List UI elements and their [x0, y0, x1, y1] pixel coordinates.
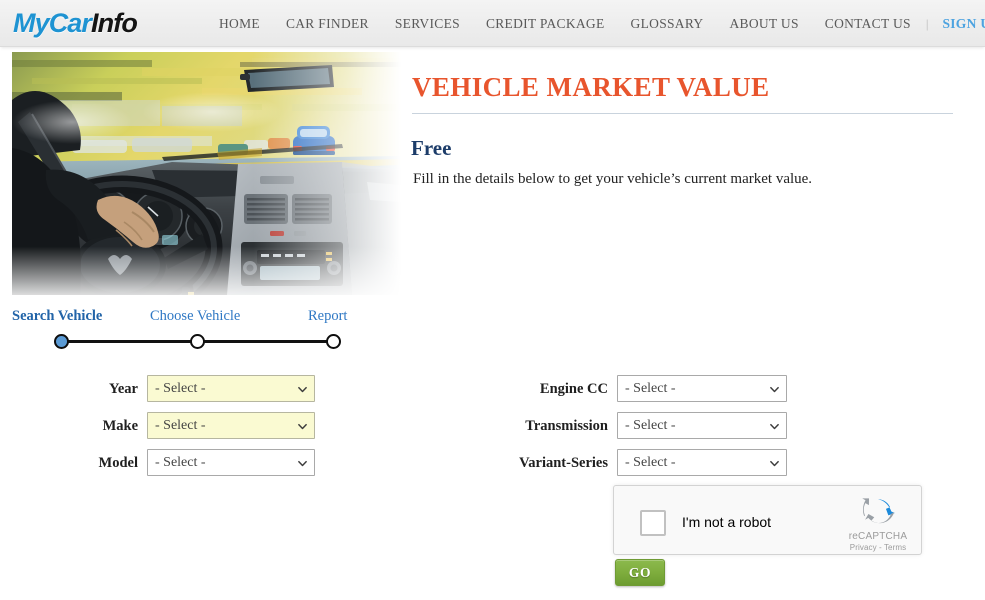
recaptcha-icon [862, 498, 895, 524]
select-engine-cc[interactable]: - Select - [617, 375, 787, 402]
go-submit-button[interactable]: GO [615, 559, 665, 586]
logo-text-blue: MyCar [13, 8, 92, 38]
nav-item-contact-us[interactable]: CONTACT US [812, 16, 924, 32]
plan-label: Free [411, 136, 452, 160]
vehicle-form-left-column: Year - Select - Make - Select - Model - … [0, 370, 400, 481]
title-divider [412, 113, 953, 114]
hero-image [12, 52, 401, 295]
nav-item-credit-package[interactable]: CREDIT PACKAGE [473, 16, 618, 32]
site-logo[interactable]: MyCarInfo [13, 8, 138, 38]
field-transmission: Transmission - Select - [460, 407, 910, 444]
step-dot-choose-vehicle[interactable] [190, 334, 205, 349]
step-label-search-vehicle[interactable]: Search Vehicle [12, 307, 102, 325]
recaptcha-branding: reCAPTCHA Privacy - Terms [848, 494, 908, 553]
page-title: VEHICLE MARKET VALUE [412, 72, 770, 102]
recaptcha-brand-text: reCAPTCHA [848, 531, 908, 542]
nav-item-services[interactable]: SERVICES [382, 16, 473, 32]
step-dot-search-vehicle[interactable] [54, 334, 69, 349]
main-navigation: HOME CAR FINDER SERVICES CREDIT PACKAGE … [206, 0, 985, 47]
nav-item-home[interactable]: HOME [206, 16, 273, 32]
sign-up-link[interactable]: SIGN UP [930, 16, 985, 32]
nav-item-car-finder[interactable]: CAR FINDER [273, 16, 382, 32]
field-engine-cc: Engine CC - Select - [460, 370, 910, 407]
label-model: Model [98, 454, 138, 471]
nav-divider: | [925, 15, 929, 31]
label-transmission: Transmission [525, 417, 608, 434]
recaptcha-label: I'm not a robot [682, 514, 772, 530]
recaptcha-terms-text[interactable]: Privacy - Terms [848, 543, 908, 553]
field-variant-series: Variant-Series - Select - [460, 444, 910, 481]
progress-stepper: Search Vehicle Choose Vehicle Report [0, 304, 400, 354]
site-header: MyCarInfo HOME CAR FINDER SERVICES CREDI… [0, 0, 985, 47]
field-year: Year - Select - [0, 370, 400, 407]
label-year: Year [109, 380, 138, 397]
page-description: Fill in the details below to get your ve… [413, 171, 813, 187]
select-transmission[interactable]: - Select - [617, 412, 787, 439]
label-engine-cc: Engine CC [539, 380, 608, 397]
nav-item-about-us[interactable]: ABOUT US [716, 16, 811, 32]
label-make: Make [102, 417, 138, 434]
select-year[interactable]: - Select - [147, 375, 315, 402]
recaptcha-widget: I'm not a robot reCAPTCHA Privacy - Term… [613, 485, 922, 555]
vehicle-form-right-column: Engine CC - Select - Transmission - Sele… [460, 370, 910, 481]
select-make[interactable]: - Select - [147, 412, 315, 439]
logo-text-black: Info [91, 8, 138, 38]
step-dot-report[interactable] [326, 334, 341, 349]
step-label-report[interactable]: Report [308, 307, 347, 325]
step-label-choose-vehicle[interactable]: Choose Vehicle [150, 307, 240, 325]
select-variant-series[interactable]: - Select - [617, 449, 787, 476]
field-model: Model - Select - [0, 444, 400, 481]
recaptcha-checkbox[interactable] [640, 510, 666, 536]
select-model[interactable]: - Select - [147, 449, 315, 476]
nav-item-glossary[interactable]: GLOSSARY [618, 16, 717, 32]
label-variant-series: Variant-Series [519, 454, 608, 471]
field-make: Make - Select - [0, 407, 400, 444]
